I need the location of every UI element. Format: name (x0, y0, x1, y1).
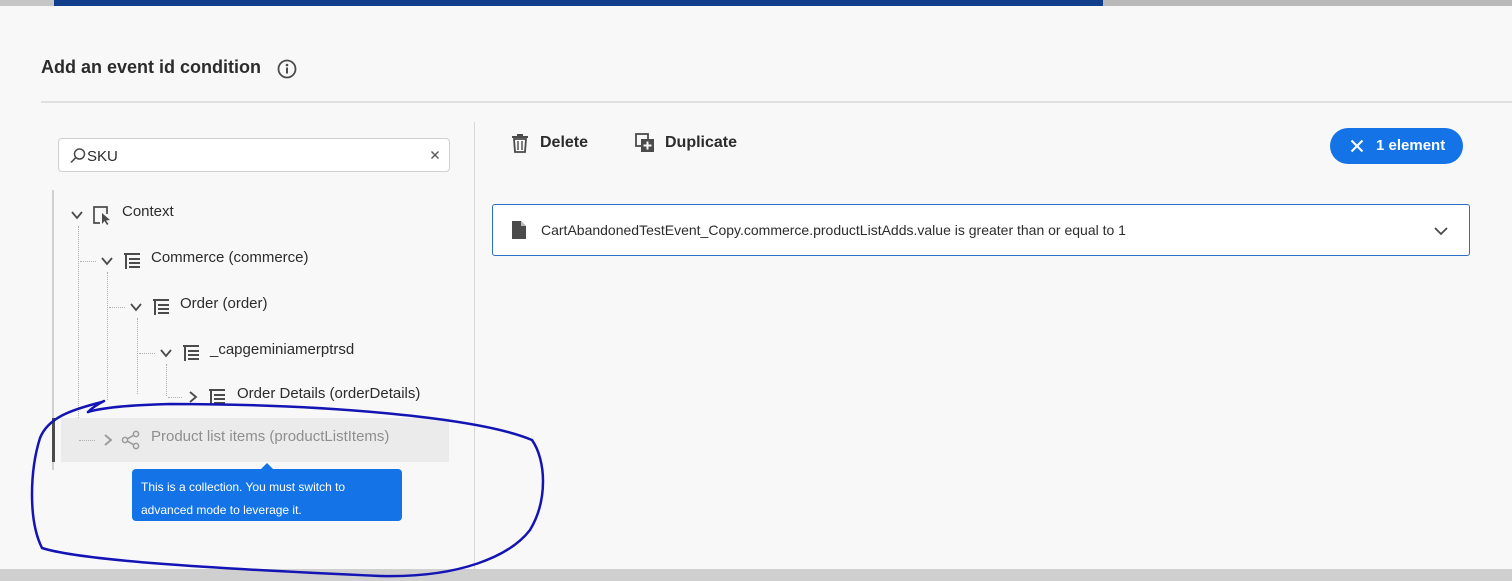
bottom-strip (0, 569, 1512, 581)
collection-tooltip: This is a collection. You must switch to… (132, 469, 402, 521)
tree-view-icon (209, 389, 225, 405)
tree-node-order-details[interactable]: Order Details (orderDetails) (184, 382, 448, 410)
tree-node-product-list-items[interactable]: Product list items (productListItems) (61, 418, 449, 462)
delete-label: Delete (540, 134, 589, 151)
duplicate-icon (635, 133, 654, 152)
search-field[interactable] (58, 138, 450, 172)
chevron-down-icon[interactable] (1433, 224, 1449, 238)
progress-bar-fill (54, 0, 1103, 6)
panel-divider (474, 122, 475, 569)
tree-node-label: Order Details (orderDetails) (237, 385, 421, 402)
close-icon[interactable] (1350, 139, 1364, 153)
document-icon (512, 221, 526, 239)
tree-node-context[interactable]: Context (68, 200, 448, 228)
chevron-right-icon[interactable] (101, 433, 115, 447)
selection-count-pill[interactable]: 1 element (1330, 128, 1463, 164)
tree-connector (109, 307, 125, 308)
tree-node-label: Product list items (productListItems) (151, 428, 390, 445)
chevron-down-icon[interactable] (70, 208, 84, 222)
tree-view-icon (183, 345, 199, 361)
tree-node-capgeminiamerptrsd[interactable]: _capgeminiamerptrsd (157, 338, 448, 366)
tree-connector (78, 226, 79, 444)
page-title: Add an event id condition (41, 57, 261, 77)
tree-connector (80, 261, 96, 262)
condition-card[interactable]: CartAbandonedTestEvent_Copy.commerce.pro… (492, 204, 1470, 256)
progress-track-right (1103, 0, 1512, 6)
tree-node-label: _capgeminiamerptrsd (210, 341, 355, 358)
chevron-right-icon[interactable] (186, 390, 200, 404)
tooltip-line: This is a collection. You must switch to (141, 480, 346, 494)
tooltip-line: advanced mode to leverage it. (141, 503, 302, 517)
tree-node-label: Order (order) (180, 295, 268, 312)
clear-icon[interactable] (427, 147, 443, 163)
info-icon[interactable] (276, 58, 298, 80)
header-divider (41, 101, 1512, 103)
tree-connector (79, 440, 95, 441)
select-cursor-icon (93, 206, 110, 225)
chevron-down-icon[interactable] (100, 254, 114, 268)
chevron-down-icon[interactable] (159, 346, 173, 360)
selection-count-label: 1 element (1376, 137, 1446, 154)
search-input[interactable] (87, 145, 417, 167)
tree-connector (139, 353, 155, 354)
tree-rail-active (52, 418, 55, 462)
progress-track-left (0, 0, 54, 6)
search-icon (70, 148, 86, 164)
trash-icon (512, 134, 528, 153)
delete-button[interactable]: Delete (510, 130, 600, 160)
tree-connector (168, 397, 182, 398)
chevron-down-icon[interactable] (129, 300, 143, 314)
tree-node-commerce[interactable]: Commerce (commerce) (98, 246, 448, 274)
share-collection-icon (121, 430, 140, 450)
duplicate-button[interactable]: Duplicate (635, 130, 745, 160)
tree-node-label: Context (122, 203, 174, 220)
tree-connector (137, 318, 138, 394)
tree-node-order[interactable]: Order (order) (127, 292, 448, 320)
condition-text: CartAbandonedTestEvent_Copy.commerce.pro… (541, 222, 1126, 238)
tree-connector (107, 272, 108, 400)
tree-view-icon (153, 299, 169, 315)
tree-connector (166, 364, 167, 396)
duplicate-label: Duplicate (665, 134, 738, 151)
tree-view-icon (124, 253, 140, 269)
tree-node-label: Commerce (commerce) (151, 249, 309, 266)
